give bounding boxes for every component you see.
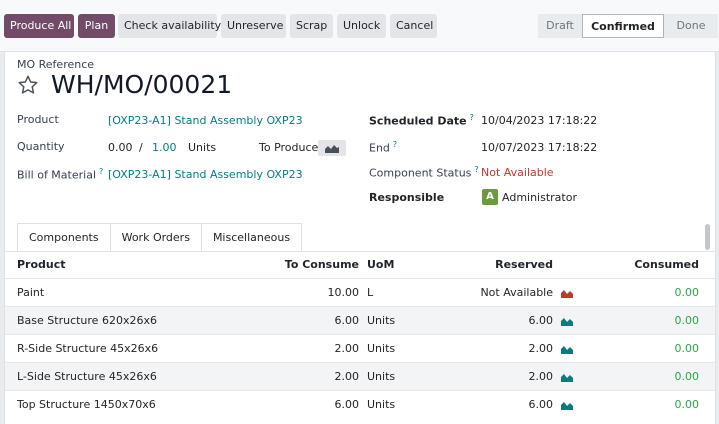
row-consumed[interactable]: 0.00 [675,398,700,411]
quantity-total[interactable]: 1.00 [152,141,177,154]
end-label: End? [369,140,398,155]
forecast-button[interactable] [318,140,346,156]
row-product: Paint [17,286,45,299]
col-reserved[interactable]: Reserved [495,258,553,271]
scheduled-date-label: Scheduled Date? [369,113,474,128]
forecast-icon[interactable] [561,344,573,354]
bom-link[interactable]: [OXP23-A1] Stand Assembly OXP23 [108,168,303,181]
table-row[interactable]: L-Side Structure 45x26x6 2.00 Units 2.00… [5,362,715,390]
area-chart-icon [325,145,339,153]
quantity-label: Quantity [17,140,65,153]
stage-confirmed[interactable]: Confirmed [582,14,664,38]
form-sheet: MO Reference WH/MO/00021 Product [OXP23-… [4,52,716,424]
cancel-button[interactable]: Cancel [390,14,437,38]
unreserve-button[interactable]: Unreserve [221,14,286,38]
row-uom: Units [367,398,396,411]
check-availability-button[interactable]: Check availability [118,14,221,38]
quantity-done[interactable]: 0.00 [108,141,133,154]
bom-help[interactable]: ? [99,167,103,176]
col-to-consume[interactable]: To Consume [285,258,359,271]
produce-all-button[interactable]: Produce All [4,14,74,38]
bom-label: Bill of Material? [17,167,104,182]
stage-done[interactable]: Done [664,14,718,38]
row-to-consume: 2.00 [334,342,360,355]
end-value[interactable]: 10/07/2023 17:18:22 [481,141,597,154]
table-row[interactable]: R-Side Structure 45x26x6 2.00 Units 2.00… [5,334,715,362]
responsible-value[interactable]: Administrator [502,191,577,204]
col-uom[interactable]: UoM [367,258,394,271]
component-status-value: Not Available [481,166,554,179]
scrap-button[interactable]: Scrap [290,14,333,38]
row-reserved: 2.00 [528,342,554,355]
forecast-icon[interactable] [561,400,573,410]
row-product: Top Structure 1450x70x6 [17,398,156,411]
tab-miscellaneous[interactable]: Miscellaneous [200,223,303,251]
row-uom: L [367,286,374,299]
table-row[interactable]: Top Structure 1450x70x6 6.00 Units 6.00 … [5,390,715,418]
scrollbar-thumb[interactable] [705,224,710,250]
end-help[interactable]: ? [393,140,397,149]
row-to-consume: 10.00 [327,286,360,299]
row-consumed[interactable]: 0.00 [675,286,700,299]
tab-components[interactable]: Components [17,223,111,251]
notebook-tabs: Components Work Orders Miscellaneous [17,223,303,251]
scheduled-date-value[interactable]: 10/04/2023 17:18:22 [481,114,597,127]
control-panel: Produce All Plan Check availability Unre… [0,0,719,52]
row-uom: Units [367,342,396,355]
tab-work-orders[interactable]: Work Orders [109,223,202,251]
page-title: WH/MO/00021 [51,70,233,99]
row-uom: Units [367,314,396,327]
table-row[interactable]: Paint 10.00 L Not Available 0.00 [5,278,715,306]
product-label: Product [17,113,59,126]
row-to-consume: 6.00 [334,314,360,327]
tab-divider [5,251,715,252]
status-bar: Draft Confirmed Done [538,14,718,38]
row-uom: Units [367,370,396,383]
star-outline-icon[interactable] [17,74,39,96]
table-row[interactable]: Base Structure 620x26x6 6.00 Units 6.00 … [5,306,715,334]
quantity-separator: / [139,141,143,154]
unlock-button[interactable]: Unlock [337,14,386,38]
forecast-icon[interactable] [561,372,573,382]
product-link[interactable]: [OXP23-A1] Stand Assembly OXP23 [108,114,303,127]
to-produce-label: To Produce [259,141,319,154]
row-product: L-Side Structure 45x26x6 [17,370,157,383]
row-reserved: 6.00 [528,398,554,411]
col-product[interactable]: Product [17,258,66,271]
row-product: R-Side Structure 45x26x6 [17,342,159,355]
forecast-icon[interactable] [561,316,573,326]
responsible-label: Responsible [369,191,445,204]
avatar: A [482,189,498,205]
plan-button[interactable]: Plan [78,14,115,38]
row-to-consume: 6.00 [334,398,360,411]
forecast-danger-icon[interactable] [561,288,573,298]
row-to-consume: 2.00 [334,370,360,383]
row-consumed[interactable]: 0.00 [675,342,700,355]
row-reserved: 6.00 [528,314,554,327]
component-status-label: Component Status? [369,165,479,180]
row-reserved: 2.00 [528,370,554,383]
quantity-uom: Units [188,141,217,154]
row-consumed[interactable]: 0.00 [675,314,700,327]
stage-draft[interactable]: Draft [538,14,582,38]
row-consumed[interactable]: 0.00 [675,370,700,383]
row-product: Base Structure 620x26x6 [17,314,157,327]
col-consumed[interactable]: Consumed [634,258,699,271]
component-status-help[interactable]: ? [474,165,478,174]
scheduled-date-help[interactable]: ? [470,113,474,122]
row-reserved: Not Available [480,286,553,299]
